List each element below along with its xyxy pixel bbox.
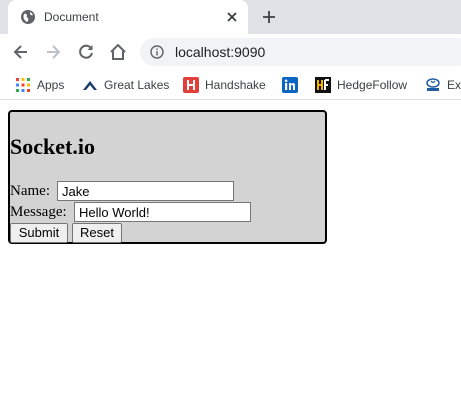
- linkedin-icon: [282, 77, 298, 93]
- bookmark-label: HedgeFollow: [337, 78, 408, 92]
- tab-title: Document: [44, 10, 99, 24]
- bookmark-handshake[interactable]: Handshake: [183, 76, 271, 94]
- page-title: Socket.io: [10, 134, 95, 159]
- submit-button[interactable]: Submit: [10, 223, 68, 243]
- bookmark-label: Handshake: [205, 78, 266, 92]
- handshake-icon: [183, 77, 199, 93]
- bookmark-label: Ex: [447, 78, 461, 92]
- tata-icon: [426, 78, 440, 91]
- bookmark-tata[interactable]: Ex: [425, 76, 461, 94]
- bookmark-label: Great Lakes: [104, 78, 170, 92]
- bookmark-hedgefollow[interactable]: HedgeFollow: [315, 76, 415, 94]
- page-content: Socket.io Name: Message: Submit Reset: [0, 101, 461, 411]
- name-label: Name:: [10, 183, 50, 199]
- address-bar[interactable]: localhost:9090: [140, 38, 461, 66]
- message-input[interactable]: [74, 202, 251, 222]
- reload-icon[interactable]: [76, 42, 96, 62]
- name-row: Name:: [10, 181, 325, 201]
- apps-grid-icon: [16, 78, 30, 92]
- bookmark-great-lakes[interactable]: Great Lakes: [82, 76, 172, 94]
- home-icon[interactable]: [108, 42, 128, 62]
- browser-toolbar: localhost:9090: [0, 34, 461, 70]
- name-input[interactable]: [57, 181, 234, 201]
- info-icon[interactable]: [150, 45, 164, 59]
- forward-arrow-icon[interactable]: [43, 42, 63, 62]
- url-text: localhost:9090: [175, 44, 266, 60]
- back-arrow-icon[interactable]: [11, 42, 31, 62]
- hedgefollow-icon: [315, 77, 331, 93]
- tab-strip: Document: [0, 0, 461, 34]
- message-label: Message:: [10, 204, 67, 220]
- new-tab-icon[interactable]: [262, 10, 276, 24]
- bookmark-apps[interactable]: Apps: [15, 76, 70, 94]
- tab-document[interactable]: Document: [8, 0, 248, 34]
- reset-button[interactable]: Reset: [72, 223, 122, 243]
- globe-icon: [21, 10, 35, 24]
- great-lakes-icon: [83, 81, 97, 90]
- message-row: Message:: [10, 202, 325, 222]
- socket-form-panel: Socket.io Name: Message: Submit Reset: [8, 110, 327, 244]
- bookmark-linkedin[interactable]: [282, 76, 302, 94]
- bookmark-label: Apps: [37, 78, 65, 92]
- close-icon[interactable]: [226, 11, 238, 23]
- bookmarks-bar: Apps Great Lakes Handshake HedgeFollow E…: [0, 70, 461, 100]
